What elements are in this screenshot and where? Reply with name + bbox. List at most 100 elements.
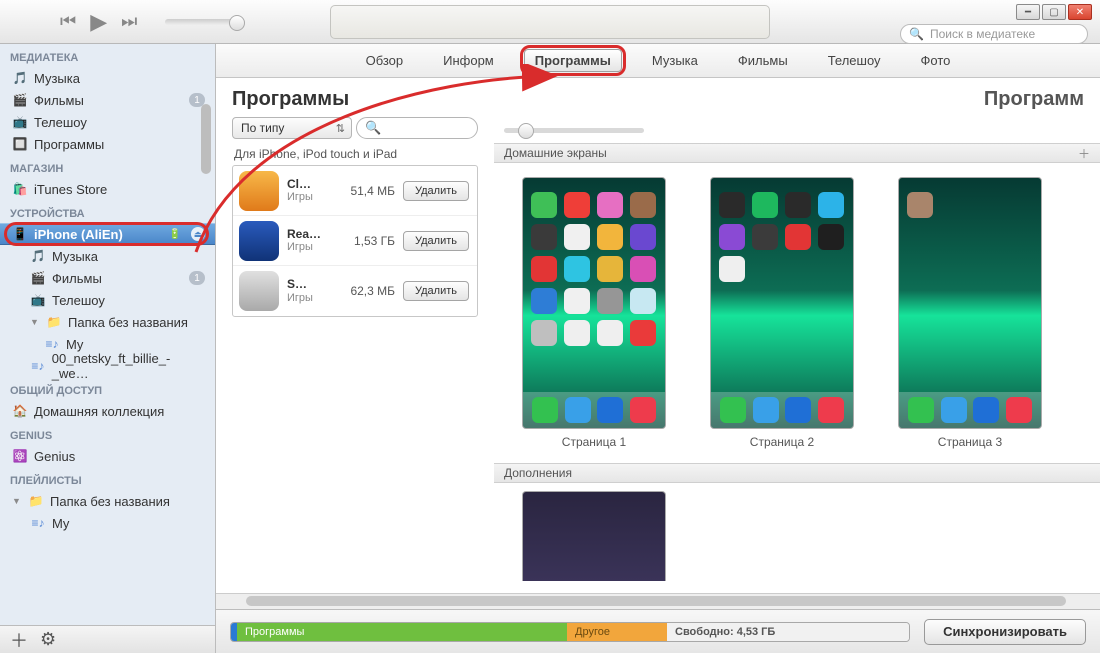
sidebar: МЕДИАТЕКА 🎵Музыка 🎬Фильмы1 📺Телешоу 🔲Про… bbox=[0, 44, 216, 653]
apps-list-pane: По типу 🔍 Для iPhone, iPod touch и iPad … bbox=[216, 117, 486, 593]
sidebar-item-playlist-folder[interactable]: ▼📁Папка без названия bbox=[0, 490, 215, 512]
sidebar-settings-button[interactable]: ⚙ bbox=[40, 629, 56, 650]
app-icon bbox=[239, 271, 279, 311]
sidebar-item-tvshows[interactable]: 📺Телешоу bbox=[0, 111, 215, 133]
sync-button[interactable]: Синхронизировать bbox=[924, 619, 1086, 645]
next-button[interactable]: ⏭ bbox=[121, 11, 137, 32]
sidebar-item-device-iphone[interactable]: 📱 iPhone (AliEn) 🔋 ⏏ bbox=[0, 223, 215, 245]
tv-icon: 📺 bbox=[30, 292, 46, 308]
section-extras: Дополнения bbox=[494, 463, 1100, 483]
genius-icon: ⚛️ bbox=[12, 448, 28, 464]
capacity-bar: Программы Другое Свободно: 4,53 ГБ bbox=[230, 622, 910, 642]
tab-info[interactable]: Информ bbox=[433, 50, 504, 71]
folder-icon: 📁 bbox=[28, 493, 44, 509]
home-screen-page-3[interactable]: Страница 3 bbox=[898, 177, 1042, 449]
sidebar-item-music[interactable]: 🎵Музыка bbox=[0, 67, 215, 89]
section-home-screens: Домашние экраны＋ bbox=[494, 143, 1100, 163]
music-icon: 🎵 bbox=[30, 248, 46, 264]
tab-music[interactable]: Музыка bbox=[642, 50, 708, 71]
disclosure-icon[interactable]: ▼ bbox=[30, 317, 40, 327]
add-playlist-button[interactable]: ＋ bbox=[10, 627, 28, 653]
home-screens-pane: Домашние экраны＋ bbox=[486, 117, 1100, 593]
window-close-button[interactable]: ✕ bbox=[1068, 4, 1092, 20]
sidebar-item-playlist-my[interactable]: ≡♪My bbox=[0, 512, 215, 534]
delete-app-button[interactable]: Удалить bbox=[403, 231, 469, 251]
app-size: 1,53 ГБ bbox=[341, 234, 395, 248]
home-screen-page-1[interactable]: Страница 1 bbox=[522, 177, 666, 449]
content-area: Обзор Информ Программы Музыка Фильмы Тел… bbox=[216, 44, 1100, 653]
movies-icon: 🎬 bbox=[12, 92, 28, 108]
store-icon: 🛍️ bbox=[12, 181, 28, 197]
zoom-slider[interactable] bbox=[504, 128, 644, 133]
delete-app-button[interactable]: Удалить bbox=[403, 181, 469, 201]
extra-screen[interactable] bbox=[522, 491, 666, 581]
movies-icon: 🎬 bbox=[30, 270, 46, 286]
playlist-icon: ≡♪ bbox=[44, 336, 60, 352]
search-placeholder: Поиск в медиатеке bbox=[930, 27, 1035, 41]
capacity-seg-free: Свободно: 4,53 ГБ bbox=[667, 623, 909, 641]
search-icon: 🔍 bbox=[909, 27, 924, 41]
apps-list: Cl…Игры 51,4 МБ Удалить Rea…Игры 1,53 ГБ… bbox=[232, 165, 478, 317]
sidebar-item-movies[interactable]: 🎬Фильмы1 bbox=[0, 89, 215, 111]
sidebar-item-device-movies[interactable]: 🎬Фильмы1 bbox=[0, 267, 215, 289]
playlist-icon: ≡♪ bbox=[30, 358, 46, 374]
page-title: Программы bbox=[232, 88, 349, 111]
app-icon bbox=[239, 221, 279, 261]
window-minimize-button[interactable]: ━ bbox=[1016, 4, 1040, 20]
app-row[interactable]: Rea…Игры 1,53 ГБ Удалить bbox=[233, 216, 477, 266]
tv-icon: 📺 bbox=[12, 114, 28, 130]
play-button[interactable]: ▶ bbox=[90, 9, 107, 35]
app-row[interactable]: Cl…Игры 51,4 МБ Удалить bbox=[233, 166, 477, 216]
top-toolbar: ⏮ ▶ ⏭ ━ ▢ ✕ 🔍 Поиск в медиатеке bbox=[0, 0, 1100, 44]
sidebar-item-genius[interactable]: ⚛️Genius bbox=[0, 445, 215, 467]
app-size: 51,4 МБ bbox=[341, 184, 395, 198]
apps-icon: 🔲 bbox=[12, 136, 28, 152]
page-title-right: Программ bbox=[984, 88, 1084, 111]
app-icon bbox=[239, 171, 279, 211]
sidebar-head-library: МЕДИАТЕКА bbox=[0, 44, 215, 67]
device-tabs: Обзор Информ Программы Музыка Фильмы Тел… bbox=[216, 44, 1100, 78]
sidebar-head-store: МАГАЗИН bbox=[0, 155, 215, 178]
sidebar-item-home-sharing[interactable]: 🏠Домашняя коллекция bbox=[0, 400, 215, 422]
sidebar-item-itunes-store[interactable]: 🛍️iTunes Store bbox=[0, 178, 215, 200]
playlist-icon: ≡♪ bbox=[30, 515, 46, 531]
tab-movies[interactable]: Фильмы bbox=[728, 50, 798, 71]
add-page-button[interactable]: ＋ bbox=[1078, 145, 1090, 162]
tab-tvshows[interactable]: Телешоу bbox=[818, 50, 891, 71]
home-icon: 🏠 bbox=[12, 403, 28, 419]
prev-button[interactable]: ⏮ bbox=[60, 11, 76, 32]
sidebar-item-device-playlist-netsky[interactable]: ≡♪00_netsky_ft_billie_-_we… bbox=[0, 355, 215, 377]
volume-slider[interactable] bbox=[165, 19, 245, 25]
disclosure-icon[interactable]: ▼ bbox=[12, 496, 22, 506]
sidebar-item-apps[interactable]: 🔲Программы bbox=[0, 133, 215, 155]
folder-icon: 📁 bbox=[46, 314, 62, 330]
iphone-icon: 📱 bbox=[12, 226, 28, 242]
sidebar-scrollbar[interactable] bbox=[201, 104, 213, 604]
horizontal-scrollbar[interactable] bbox=[216, 593, 1100, 609]
app-size: 62,3 МБ bbox=[341, 284, 395, 298]
tab-apps[interactable]: Программы bbox=[524, 49, 622, 72]
sort-select[interactable]: По типу bbox=[232, 117, 352, 139]
tab-photos[interactable]: Фото bbox=[911, 50, 961, 71]
status-bar: Программы Другое Свободно: 4,53 ГБ Синхр… bbox=[216, 609, 1100, 653]
sidebar-item-device-folder[interactable]: ▼📁Папка без названия bbox=[0, 311, 215, 333]
search-icon: 🔍 bbox=[365, 120, 381, 136]
sidebar-item-device-tvshows[interactable]: 📺Телешоу bbox=[0, 289, 215, 311]
music-icon: 🎵 bbox=[12, 70, 28, 86]
apps-section-label: Для iPhone, iPod touch и iPad bbox=[232, 143, 478, 165]
window-maximize-button[interactable]: ▢ bbox=[1042, 4, 1066, 20]
sidebar-item-device-music[interactable]: 🎵Музыка bbox=[0, 245, 215, 267]
battery-icon: 🔋 bbox=[169, 229, 181, 240]
apps-search-input[interactable]: 🔍 bbox=[356, 117, 478, 139]
sidebar-head-playlists: ПЛЕЙЛИСТЫ bbox=[0, 467, 215, 490]
lcd-display bbox=[330, 5, 770, 39]
capacity-seg-other: Другое bbox=[567, 623, 667, 641]
sidebar-head-devices: УСТРОЙСТВА bbox=[0, 200, 215, 223]
tab-overview[interactable]: Обзор bbox=[356, 50, 414, 71]
app-row[interactable]: S…Игры 62,3 МБ Удалить bbox=[233, 266, 477, 316]
capacity-seg-apps: Программы bbox=[237, 623, 567, 641]
home-screen-page-2[interactable]: Страница 2 bbox=[710, 177, 854, 449]
sidebar-head-genius: GENIUS bbox=[0, 422, 215, 445]
library-search-input[interactable]: 🔍 Поиск в медиатеке bbox=[900, 24, 1088, 44]
delete-app-button[interactable]: Удалить bbox=[403, 281, 469, 301]
